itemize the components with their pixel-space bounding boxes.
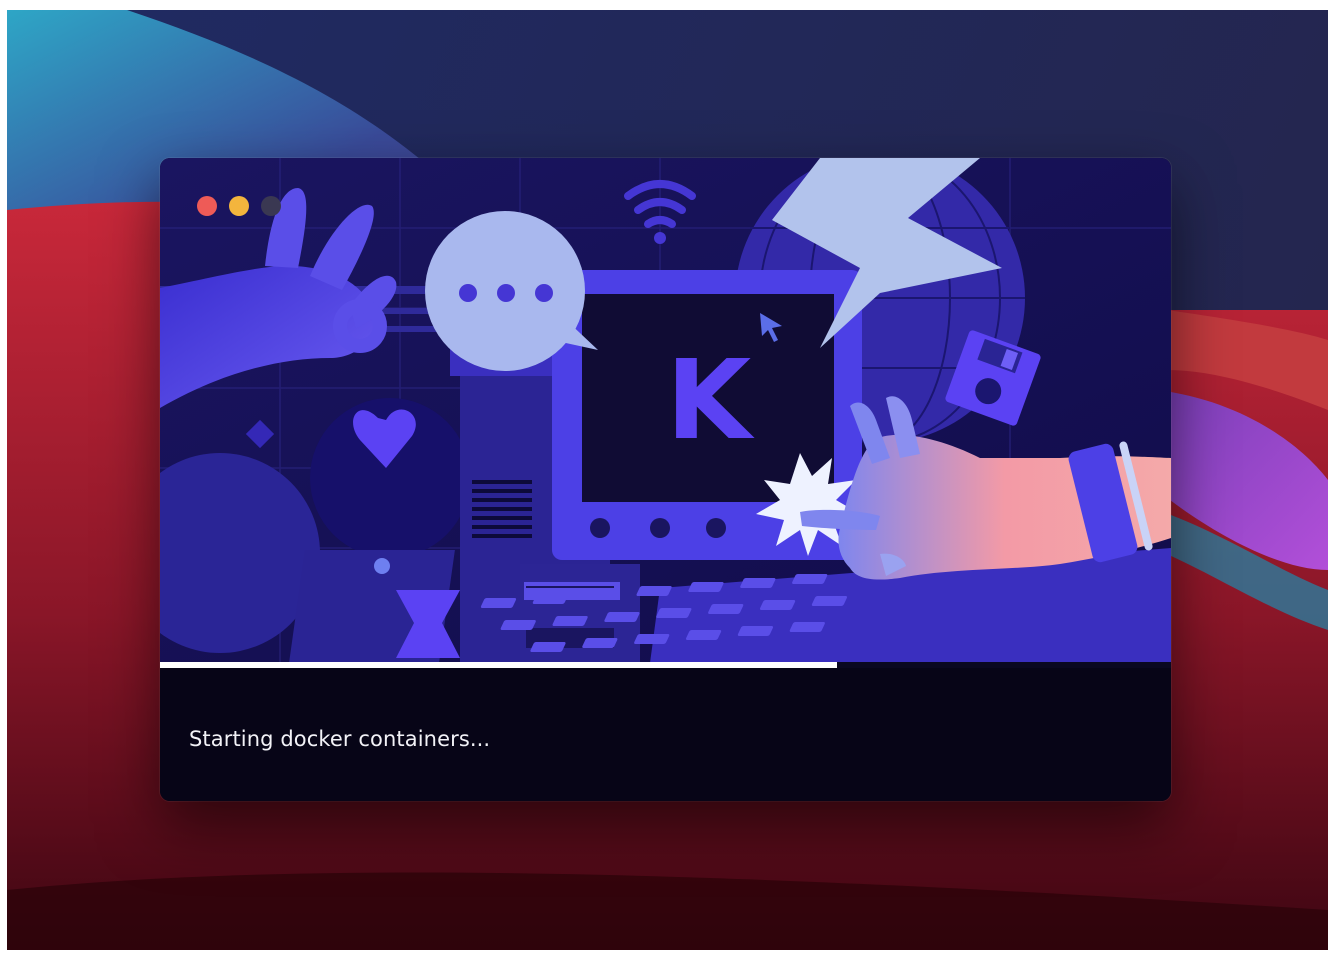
status-footer: Starting docker containers...	[160, 668, 1171, 801]
app-logo-letter: K	[666, 336, 755, 464]
hero-illustration: K	[160, 158, 1171, 663]
status-text: Starting docker containers...	[189, 727, 491, 751]
minimize-button[interactable]	[229, 196, 249, 216]
zoom-button[interactable]	[261, 196, 281, 216]
splash-window: K Starting docker containers...	[160, 158, 1171, 801]
window-controls	[197, 196, 281, 216]
close-button[interactable]	[197, 196, 217, 216]
